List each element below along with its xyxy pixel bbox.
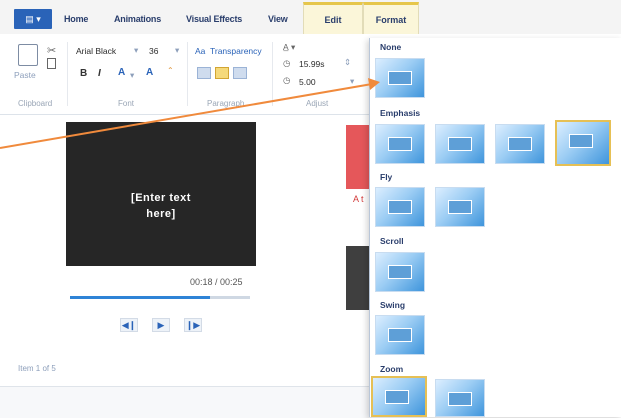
arrow-line (0, 83, 373, 149)
arrow-head (368, 78, 380, 90)
annotation-arrow (0, 78, 380, 149)
